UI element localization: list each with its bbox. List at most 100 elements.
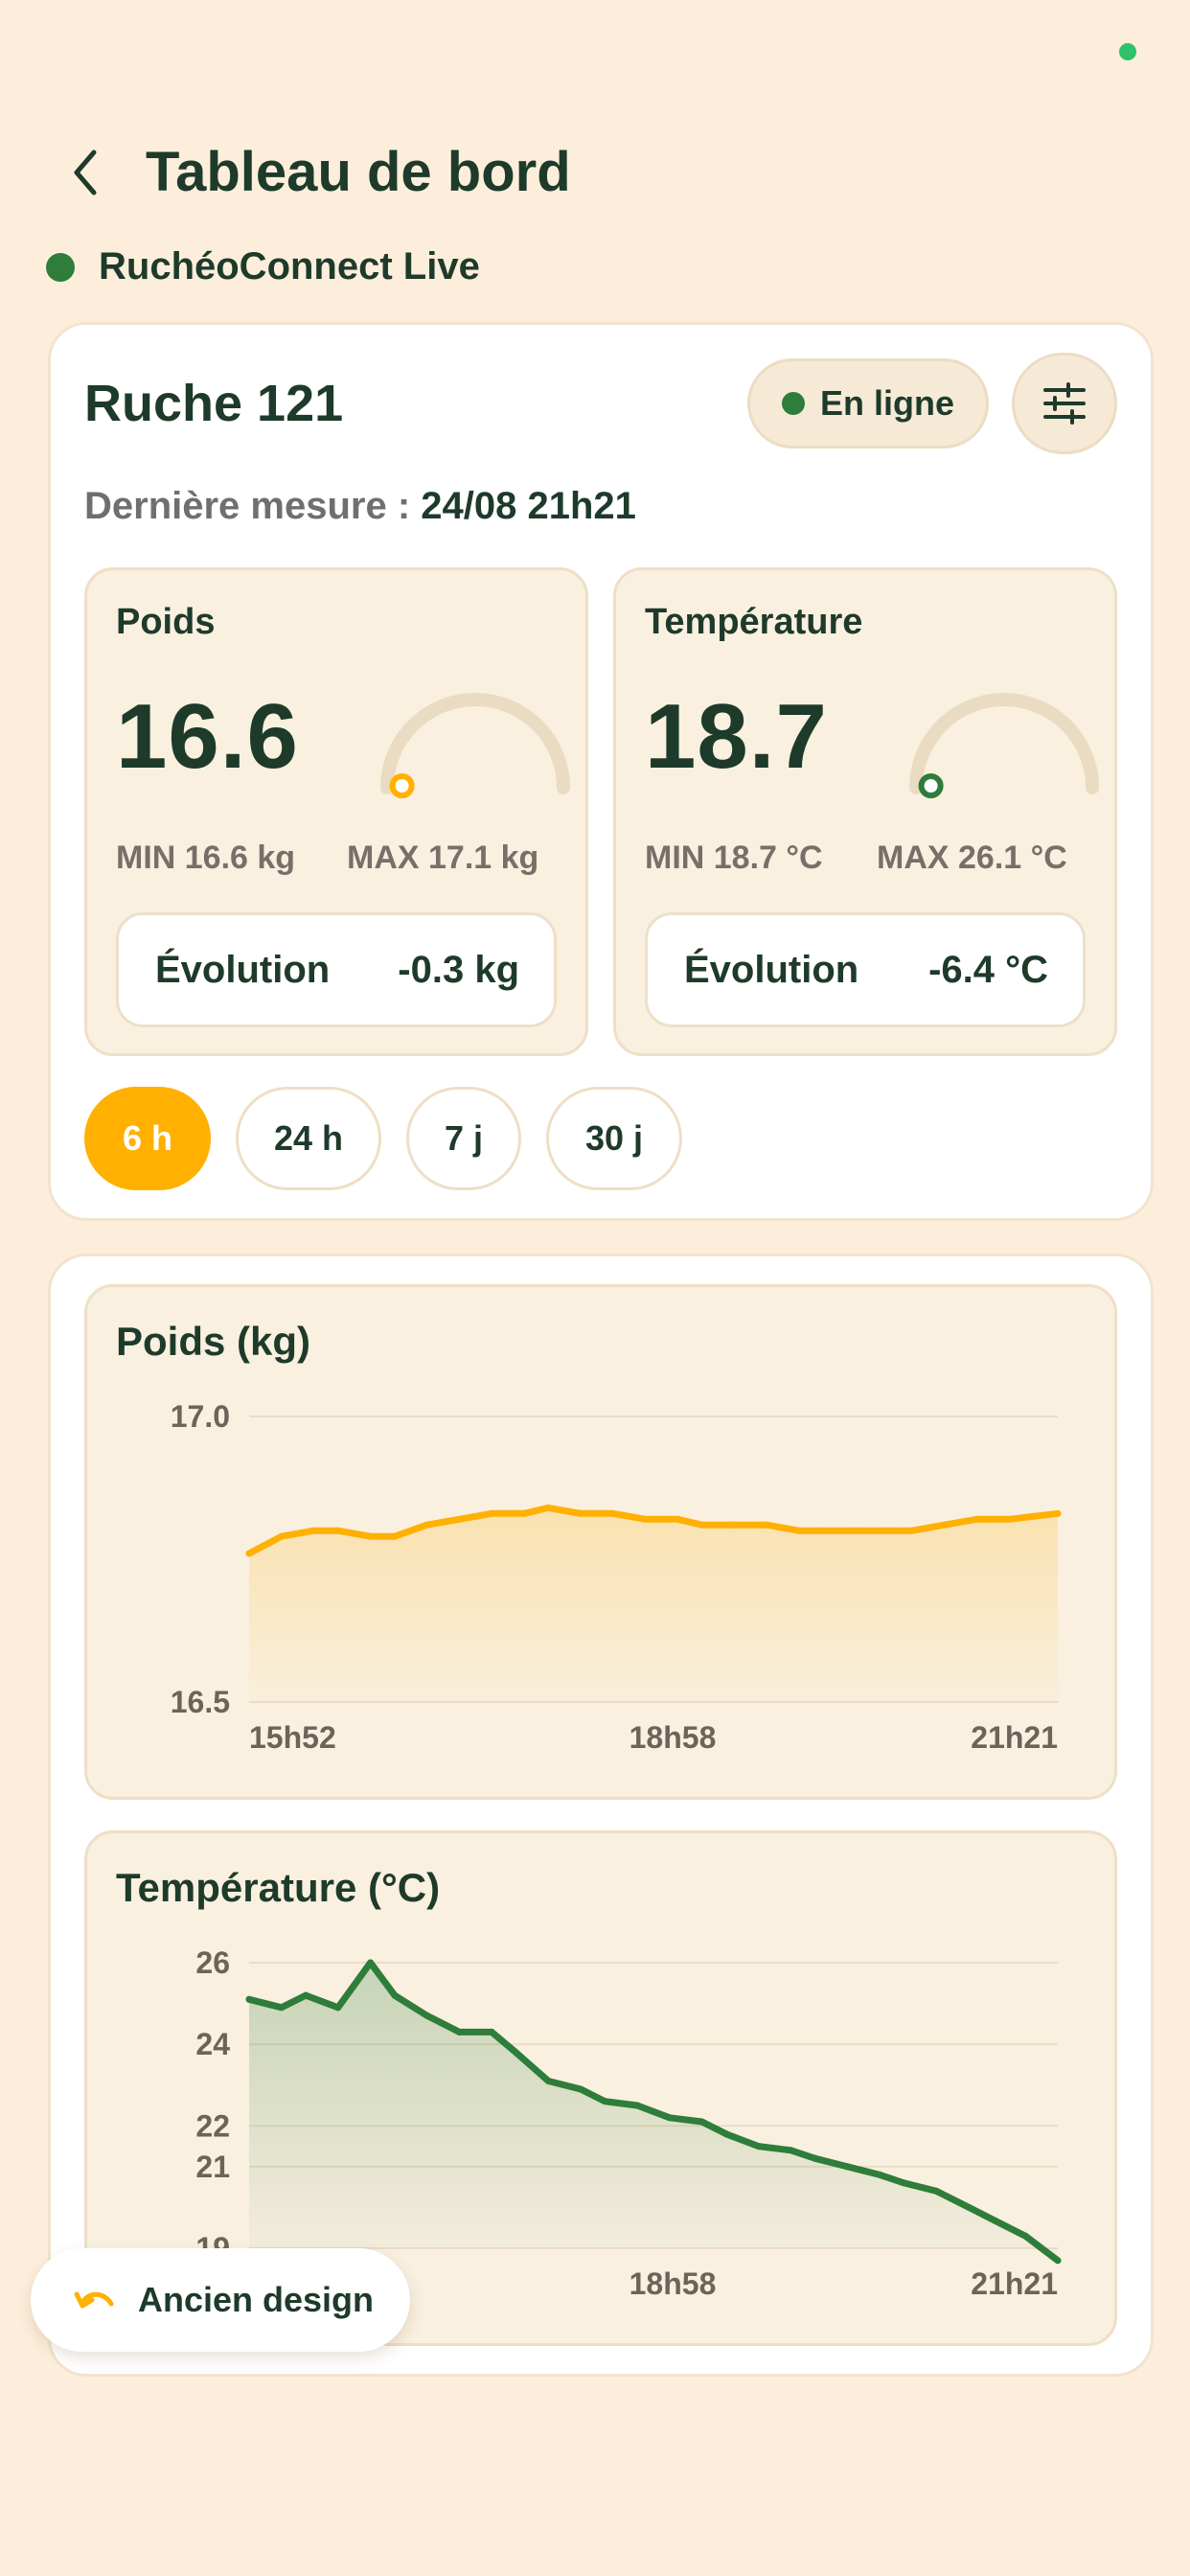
x-tick-label: 18h58 — [629, 1720, 717, 1755]
data-point — [973, 1515, 981, 1523]
weight-value: 16.6 — [116, 685, 299, 788]
back-arrow-icon[interactable] — [59, 146, 113, 199]
weight-max: MAX 17.1 kg — [347, 840, 539, 876]
data-point — [666, 2114, 674, 2122]
y-tick-label: 22 — [195, 2108, 230, 2143]
temperature-gauge — [909, 693, 1099, 798]
period-30j-button[interactable]: 30 j — [546, 1087, 682, 1190]
online-status-label: En ligne — [819, 383, 954, 423]
temperature-min: MIN 18.7 °C — [645, 840, 823, 876]
temperature-evolution-value: -6.4 °C — [928, 948, 1048, 991]
last-measure: Dernière mesure : 24/08 21h21 — [84, 485, 636, 528]
data-point — [455, 1515, 463, 1523]
data-point — [455, 2028, 463, 2036]
data-point — [278, 2004, 286, 2012]
data-point — [755, 2143, 763, 2150]
data-point — [334, 1527, 342, 1534]
data-point — [609, 1509, 617, 1517]
status-indicator-dot — [1119, 43, 1136, 60]
y-tick-label: 17.0 — [171, 1399, 230, 1434]
data-point — [302, 1991, 309, 1999]
data-point — [577, 1509, 584, 1517]
y-tick-label: 24 — [195, 2027, 230, 2061]
data-point — [423, 2012, 431, 2019]
data-point — [488, 1509, 495, 1517]
data-point — [1054, 2257, 1062, 2265]
data-point — [876, 2171, 883, 2178]
old-design-label: Ancien design — [138, 2280, 375, 2319]
weight-title: Poids — [116, 602, 216, 642]
weight-evolution: Évolution -0.3 kg — [116, 912, 557, 1027]
data-point — [844, 2163, 852, 2171]
data-point — [908, 1527, 916, 1534]
data-point — [601, 2098, 608, 2105]
data-point — [1021, 2232, 1029, 2240]
data-point — [674, 1515, 681, 1523]
data-point — [722, 2130, 730, 2138]
weight-min: MIN 16.6 kg — [116, 840, 296, 876]
data-point — [941, 1521, 949, 1529]
data-point — [812, 2154, 819, 2162]
data-point — [788, 2147, 794, 2154]
temperature-gauge-marker — [918, 773, 944, 798]
y-tick-label: 26 — [195, 1945, 230, 1980]
last-measure-label: Dernière mesure : — [84, 485, 411, 527]
data-point — [763, 1521, 770, 1529]
data-point — [997, 2220, 1005, 2227]
data-point — [1054, 1509, 1062, 1517]
undo-icon — [74, 2291, 114, 2309]
data-point — [278, 1532, 286, 1540]
weight-evolution-label: Évolution — [155, 948, 331, 991]
data-point — [577, 2085, 584, 2093]
data-point — [520, 1509, 528, 1517]
data-point — [932, 2187, 940, 2195]
live-label: RuchéoConnect Live — [99, 245, 480, 288]
data-point — [698, 1521, 706, 1529]
old-design-button[interactable]: Ancien design — [31, 2248, 410, 2352]
data-point — [730, 1521, 738, 1529]
data-point — [819, 1527, 827, 1534]
weight-evolution-value: -0.3 kg — [398, 948, 519, 991]
temperature-max: MAX 26.1 °C — [877, 840, 1067, 876]
data-point — [391, 1532, 399, 1540]
data-point — [698, 2118, 706, 2126]
data-point — [965, 2203, 973, 2211]
x-tick-label: 21h21 — [971, 2266, 1058, 2301]
weight-gauge — [380, 693, 570, 798]
data-point — [633, 2102, 641, 2109]
y-tick-label: 21 — [195, 2150, 230, 2184]
data-point — [488, 2028, 495, 2036]
weight-chart: 17.0 16.5 15h52 18h58 21h21 — [171, 1399, 1062, 1755]
weight-gauge-marker — [389, 773, 415, 798]
data-point — [310, 1527, 317, 1534]
y-tick-label: 16.5 — [171, 1685, 230, 1719]
data-point — [901, 2179, 908, 2187]
page-title: Tableau de bord — [146, 141, 571, 203]
live-status-dot — [46, 253, 75, 282]
last-measure-value: 24/08 21h21 — [421, 485, 636, 527]
data-point — [795, 1527, 803, 1534]
sliders-icon — [1043, 382, 1086, 425]
online-status-badge[interactable]: En ligne — [747, 358, 989, 448]
hive-name: Ruche 121 — [84, 375, 344, 432]
settings-button[interactable] — [1012, 353, 1117, 454]
data-point — [513, 2049, 519, 2057]
data-point — [1005, 1515, 1013, 1523]
data-point — [852, 1527, 859, 1534]
online-dot — [781, 392, 805, 415]
data-point — [245, 1550, 253, 1557]
temperature-evolution: Évolution -6.4 °C — [645, 912, 1086, 1027]
data-point — [245, 1995, 253, 2003]
data-point — [334, 2004, 342, 2012]
data-point — [544, 1504, 552, 1511]
data-point — [884, 1527, 892, 1534]
temperature-title: Température — [645, 602, 863, 642]
period-7j-button[interactable]: 7 j — [406, 1087, 521, 1190]
data-point — [423, 1521, 431, 1529]
period-6h-button[interactable]: 6 h — [84, 1087, 211, 1190]
data-point — [367, 1959, 375, 1966]
x-tick-label: 15h52 — [249, 1720, 336, 1755]
data-point — [391, 1991, 399, 1999]
period-24h-button[interactable]: 24 h — [236, 1087, 381, 1190]
x-tick-label: 18h58 — [629, 2266, 717, 2301]
